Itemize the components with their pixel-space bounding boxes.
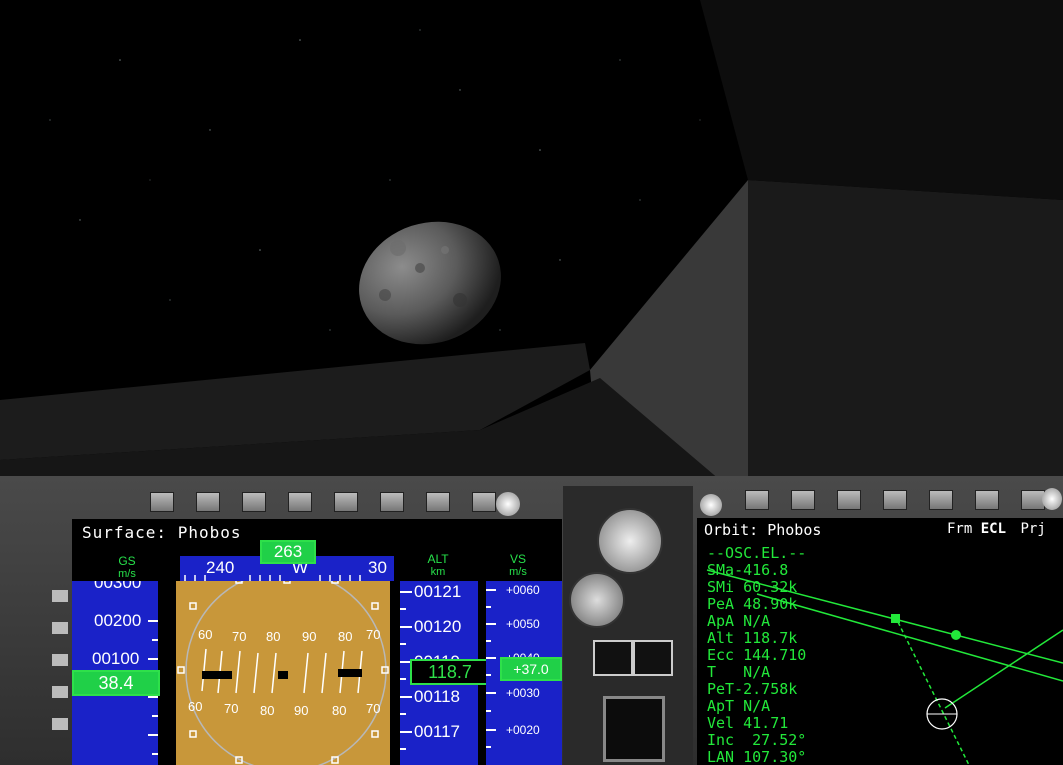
gs-readout: 38.4 bbox=[72, 670, 160, 696]
gs-unit: m/s bbox=[118, 568, 136, 580]
space-scene bbox=[0, 0, 1063, 480]
pitch-label: 70 bbox=[366, 627, 381, 642]
vs-label-text: VS bbox=[509, 552, 526, 566]
orbit-element-line: LAN 107.30° bbox=[707, 748, 807, 765]
mfd-side-button[interactable] bbox=[52, 718, 68, 730]
pitch-label: 70 bbox=[224, 701, 239, 716]
switch[interactable] bbox=[791, 490, 815, 510]
orbit-element-line: T N/A bbox=[707, 663, 771, 681]
orbit-element-line: ApT N/A bbox=[707, 697, 771, 715]
alt-readout: 118.7 bbox=[410, 659, 490, 685]
pitch-label: 90 bbox=[302, 629, 317, 644]
orbit-element-line: PeT-2.758k bbox=[707, 680, 798, 698]
switch[interactable] bbox=[975, 490, 999, 510]
orbit-element-line: Ecc 144.710 bbox=[707, 646, 807, 664]
orbit-element-line: ApA N/A bbox=[707, 612, 771, 630]
switch[interactable] bbox=[288, 492, 312, 512]
orbit-element-line: SMi 60.32k bbox=[707, 578, 798, 596]
attitude-graphics bbox=[177, 581, 389, 765]
gs-label-text: GS bbox=[118, 554, 136, 568]
pitch-label: 80 bbox=[266, 629, 281, 644]
switch[interactable] bbox=[196, 492, 220, 512]
pitch-label: 70 bbox=[232, 629, 247, 644]
surface-mfd: Surface: Phobos GS m/s 00300 00200 00100… bbox=[72, 519, 562, 765]
left-mfd-buttons bbox=[52, 580, 72, 765]
vs-readout: +37.0 bbox=[500, 657, 562, 681]
attitude-indicator: 60 70 80 90 80 70 60 70 80 90 80 70 bbox=[176, 581, 390, 765]
pitch-label: 70 bbox=[366, 701, 381, 716]
round-indicator[interactable] bbox=[496, 492, 520, 516]
left-switch-row bbox=[150, 492, 496, 512]
cockpit-view: Surface: Phobos GS m/s 00300 00200 00100… bbox=[0, 0, 1063, 765]
alt-label-text: ALT bbox=[427, 552, 449, 566]
orbit-element-line: --OSC.EL.-- bbox=[707, 544, 807, 562]
alt-unit: km bbox=[430, 566, 446, 578]
pitch-label: 60 bbox=[198, 627, 213, 642]
switch[interactable] bbox=[242, 492, 266, 512]
switch[interactable] bbox=[837, 490, 861, 510]
pitch-label: 80 bbox=[260, 703, 275, 718]
switch[interactable] bbox=[150, 492, 174, 512]
orbit-mfd: Orbit: Phobos Frm ECL Prj --OSC.EL.-- SM… bbox=[697, 518, 1063, 765]
pitch-label: 60 bbox=[188, 699, 203, 714]
surface-mfd-title: Surface: Phobos bbox=[82, 523, 242, 542]
panel-button[interactable] bbox=[633, 640, 673, 676]
center-panel bbox=[563, 486, 693, 765]
panel-button[interactable] bbox=[593, 640, 633, 676]
pitch-label: 90 bbox=[294, 703, 309, 718]
switch[interactable] bbox=[929, 490, 953, 510]
pitch-label: 80 bbox=[332, 703, 347, 718]
alt-label: ALT km bbox=[422, 553, 454, 578]
mfd-side-button[interactable] bbox=[52, 654, 68, 666]
mfd-side-button[interactable] bbox=[52, 686, 68, 698]
orbit-element-line: Alt 118.7k bbox=[707, 629, 798, 647]
switch[interactable] bbox=[745, 490, 769, 510]
orbit-element-line: SMa-416.8 bbox=[707, 561, 789, 579]
gs-label: GS m/s bbox=[112, 555, 142, 580]
orbit-element-line: Inc 27.52° bbox=[707, 731, 807, 749]
right-switch-row bbox=[745, 490, 1045, 510]
pitch-label: 80 bbox=[338, 629, 353, 644]
heading-readout: 263 bbox=[260, 540, 316, 564]
switch[interactable] bbox=[472, 492, 496, 512]
round-indicator[interactable] bbox=[700, 494, 722, 516]
switch[interactable] bbox=[426, 492, 450, 512]
vs-unit: m/s bbox=[509, 566, 527, 578]
switch[interactable] bbox=[380, 492, 404, 512]
switch[interactable] bbox=[334, 492, 358, 512]
vs-label: VS m/s bbox=[504, 553, 532, 578]
panel-screen bbox=[603, 696, 665, 762]
rotary-knob[interactable] bbox=[569, 572, 625, 628]
round-indicator[interactable] bbox=[1042, 488, 1062, 510]
mfd-side-button[interactable] bbox=[52, 590, 68, 602]
orbit-element-line: PeA 48.90k bbox=[707, 595, 798, 613]
mfd-side-button[interactable] bbox=[52, 622, 68, 634]
switch[interactable] bbox=[883, 490, 907, 510]
rotary-knob[interactable] bbox=[597, 508, 663, 574]
orbit-element-line: Vel 41.71 bbox=[707, 714, 789, 732]
